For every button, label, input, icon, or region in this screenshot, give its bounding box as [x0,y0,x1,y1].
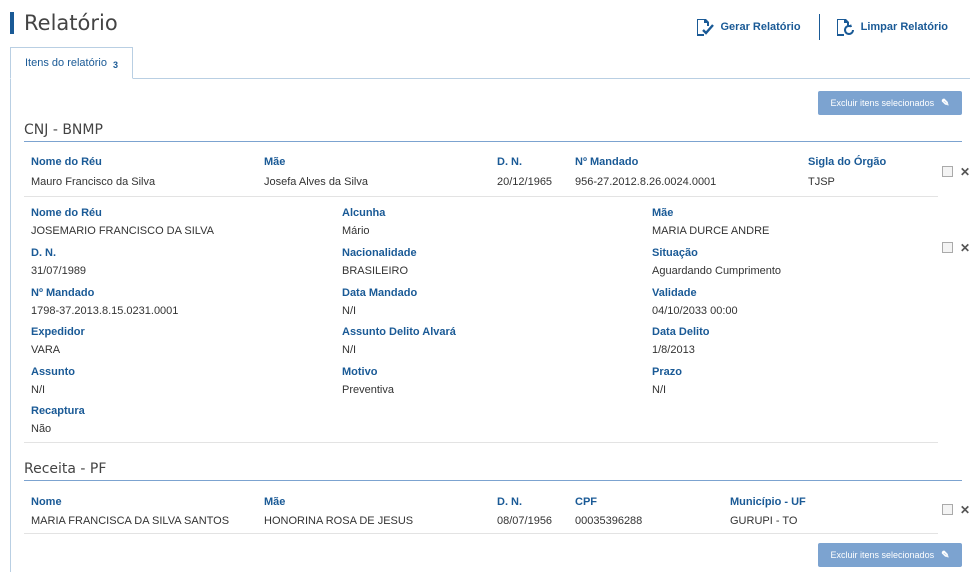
clear-report-button[interactable]: Limpar Relatório [834,17,948,37]
section-header-receita: Receita - PF [24,461,962,481]
field-value: N/I [31,384,46,396]
field-label: Nome do Réu [31,207,102,219]
section-title: CNJ - BNMP [24,122,103,138]
generate-report-label: Gerar Relatório [720,21,801,33]
generate-report-button[interactable]: Gerar Relatório [694,17,801,37]
field-value: 04/10/2033 00:00 [652,305,738,317]
close-icon[interactable]: ✕ [960,504,970,516]
title-accent-bar [10,12,14,34]
field-value: Preventiva [342,384,394,396]
field-label: Mãe [264,156,286,168]
row-divider [24,442,938,443]
report-check-icon [696,19,714,36]
field-value: BRASILEIRO [342,265,409,277]
section-header-cnj: CNJ - BNMP [24,122,962,142]
field-label: Data Mandado [342,287,418,299]
field-label: Assunto [31,366,75,378]
field-value: 00035396288 [575,515,643,527]
report-refresh-icon [836,19,854,36]
field-label: Nacionalidade [342,247,417,259]
row-divider [24,533,938,534]
field-label: Motivo [342,366,378,378]
actions-divider [818,14,820,40]
tab-bar: Itens do relatório 3 [10,47,970,79]
field-value: 1798-37.2013.8.15.0231.0001 [31,305,179,317]
field-value: N/I [342,305,357,317]
field-label: Expedidor [31,326,85,338]
field-value: Josefa Alves da Silva [264,176,368,188]
field-value: Mário [342,225,370,237]
select-checkbox[interactable] [942,166,953,177]
field-label: D. N. [497,156,523,168]
field-value: N/I [342,344,357,356]
field-label: Validade [652,287,697,299]
edit-icon: ✎ [941,97,950,109]
field-label: Prazo [652,366,682,378]
field-value: JOSEMARIO FRANCISCO DA SILVA [31,225,214,237]
field-label: Município - UF [730,496,806,508]
delete-selected-button-top[interactable]: Excluir itens selecionados ✎ [818,91,962,115]
tab-count-badge: 3 [112,60,118,70]
field-label: Mãe [652,207,674,219]
field-value: 08/07/1956 [497,515,553,527]
field-value: 31/07/1989 [31,265,87,277]
field-label: Alcunha [342,207,386,219]
field-value: TJSP [808,176,835,188]
field-value: GURUPI - TO [730,515,798,527]
select-checkbox[interactable] [942,504,953,515]
field-value: Mauro Francisco da Silva [31,176,156,188]
field-value: VARA [31,344,61,356]
field-label: Mãe [264,496,286,508]
field-value: N/I [652,384,667,396]
close-icon[interactable]: ✕ [960,242,970,254]
row-divider [24,196,938,197]
field-label: Data Delito [652,326,710,338]
edit-icon: ✎ [941,549,950,561]
field-value: 1/8/2013 [652,344,695,356]
field-value: MARIA DURCE ANDRE [652,225,770,237]
field-value: HONORINA ROSA DE JESUS [264,515,414,527]
panel-border [10,79,11,572]
field-label: Nº Mandado [575,156,639,168]
field-label: Nome [31,496,62,508]
delete-selected-label: Excluir itens selecionados [830,98,935,108]
field-value: Não [31,423,52,435]
tab-label: Itens do relatório [25,57,107,69]
page-title-text: Relatório [24,11,118,35]
field-label: Sigla do Órgão [808,156,887,168]
clear-report-label: Limpar Relatório [860,21,948,33]
field-value: Aguardando Cumprimento [652,265,782,277]
section-title: Receita - PF [24,461,107,477]
field-label: Assunto Delito Alvará [342,326,456,338]
field-label: Recaptura [31,405,85,417]
select-checkbox[interactable] [942,242,953,253]
tab-report-items[interactable]: Itens do relatório 3 [10,47,133,79]
field-label: D. N. [31,247,57,259]
page-title: Relatório [10,10,118,36]
field-label: Situação [652,247,698,259]
delete-selected-label: Excluir itens selecionados [830,550,935,560]
field-value: 20/12/1965 [497,176,553,188]
delete-selected-button-bottom[interactable]: Excluir itens selecionados ✎ [818,543,962,567]
header-actions: Gerar Relatório Limpar Relatório [694,14,948,40]
field-label: Nº Mandado [31,287,95,299]
field-label: D. N. [497,496,523,508]
field-label: Nome do Réu [31,156,102,168]
close-icon[interactable]: ✕ [960,166,970,178]
field-label: CPF [575,496,597,508]
field-value: MARIA FRANCISCA DA SILVA SANTOS [31,515,230,527]
field-value: 956-27.2012.8.26.0024.0001 [575,176,717,188]
